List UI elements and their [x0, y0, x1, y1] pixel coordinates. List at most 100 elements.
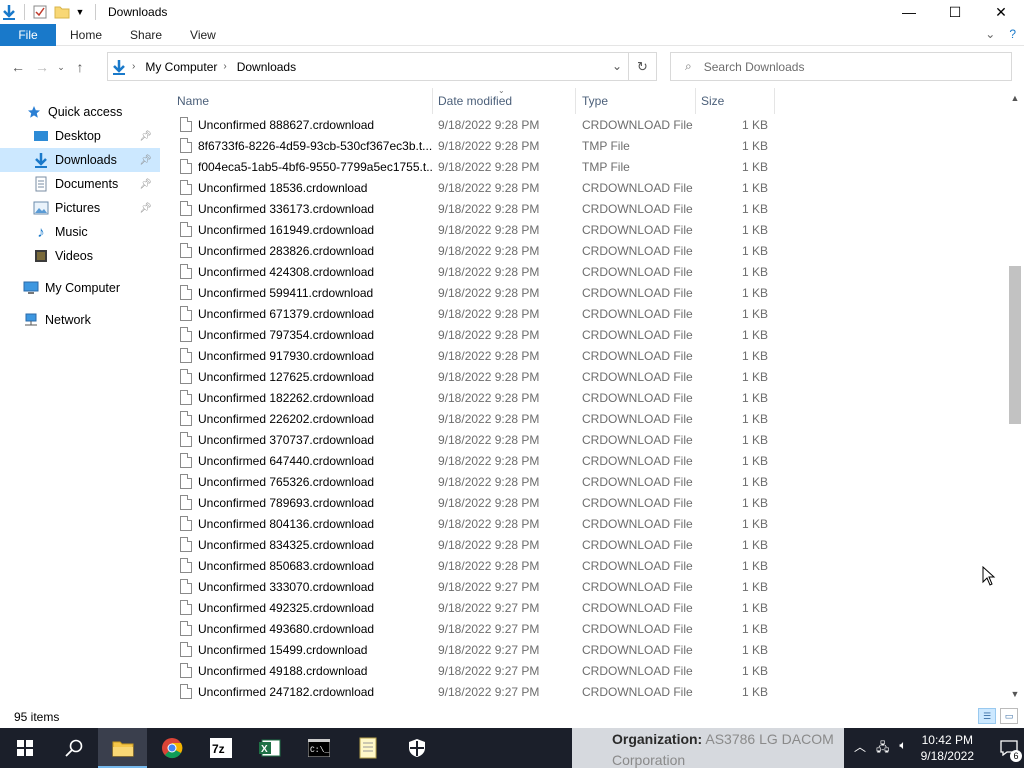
help-icon[interactable]: ?: [1009, 27, 1016, 41]
table-row[interactable]: Unconfirmed 283826.crdownload 9/18/2022 9…: [160, 240, 1006, 261]
scroll-thumb[interactable]: [1009, 266, 1021, 424]
pin-icon[interactable]: 📌︎: [139, 155, 152, 166]
forward-button[interactable]: →: [30, 52, 54, 82]
star-icon: [26, 104, 42, 120]
minimize-button[interactable]: —: [886, 0, 932, 24]
excel-icon[interactable]: X: [245, 728, 294, 768]
column-header-date-modified[interactable]: Date modified: [432, 88, 576, 114]
file-date-modified: 9/18/2022 9:28 PM: [438, 453, 540, 468]
network-tray-icon[interactable]: 🖧︎: [876, 738, 889, 759]
scroll-up-icon[interactable]: ▲: [1006, 90, 1024, 106]
start-icon[interactable]: [0, 728, 49, 768]
breadcrumb-downloads[interactable]: Downloads: [237, 60, 296, 74]
table-row[interactable]: Unconfirmed 834325.crdownload 9/18/2022 9…: [160, 534, 1006, 555]
file-explorer-window: ▼ Downloads — ☐ ✕ File Home Share View ⌄…: [0, 0, 1024, 728]
nav-quick-access[interactable]: Quick access: [0, 100, 160, 124]
file-date-modified: 9/18/2022 9:27 PM: [438, 600, 540, 615]
scroll-down-icon[interactable]: ▼: [1006, 686, 1024, 702]
pin-icon[interactable]: 📌︎: [139, 179, 152, 190]
file-type: CRDOWNLOAD File: [582, 621, 693, 636]
column-header-size[interactable]: Size: [695, 88, 775, 114]
pin-icon[interactable]: 📌︎: [139, 131, 152, 142]
table-row[interactable]: Unconfirmed 804136.crdownload 9/18/2022 9…: [160, 513, 1006, 534]
new-folder-icon[interactable]: [53, 0, 71, 24]
tab-share[interactable]: Share: [116, 28, 176, 42]
nav-videos[interactable]: Videos: [0, 244, 160, 268]
table-row[interactable]: Unconfirmed 49188.crdownload 9/18/2022 9:…: [160, 660, 1006, 681]
file-size: 1 KB: [741, 684, 768, 699]
refresh-button[interactable]: ↻: [628, 53, 656, 80]
tab-view[interactable]: View: [176, 28, 230, 42]
table-row[interactable]: Unconfirmed 647440.crdownload 9/18/2022 9…: [160, 450, 1006, 471]
notification-center-icon[interactable]: 6: [994, 740, 1024, 762]
table-row[interactable]: Unconfirmed 850683.crdownload 9/18/2022 9…: [160, 555, 1006, 576]
table-row[interactable]: Unconfirmed 226202.crdownload 9/18/2022 9…: [160, 408, 1006, 429]
search-box[interactable]: ⌕ Search Downloads: [670, 52, 1012, 81]
show-hidden-icons-chevron-icon[interactable]: ︿: [854, 738, 866, 759]
table-row[interactable]: Unconfirmed 493680.crdownload 9/18/2022 9…: [160, 618, 1006, 639]
address-bar[interactable]: › My Computer › Downloads ⌄ ↻: [107, 52, 657, 81]
expand-ribbon-chevron-icon[interactable]: ⌄: [985, 27, 995, 41]
recent-locations-chevron-icon[interactable]: ⌄: [54, 52, 68, 82]
file-name: Unconfirmed 765326.crdownload: [198, 474, 375, 489]
tab-file[interactable]: File: [0, 23, 56, 46]
search-icon[interactable]: [49, 728, 98, 768]
maximize-button[interactable]: ☐: [932, 0, 978, 24]
nav-desktop[interactable]: Desktop 📌︎: [0, 124, 160, 148]
table-row[interactable]: Unconfirmed 797354.crdownload 9/18/2022 9…: [160, 324, 1006, 345]
large-icons-view-icon[interactable]: ▭: [1000, 708, 1018, 724]
table-row[interactable]: Unconfirmed 336173.crdownload 9/18/2022 9…: [160, 198, 1006, 219]
file-date-modified: 9/18/2022 9:27 PM: [438, 579, 540, 594]
nav-music[interactable]: ♪ Music: [0, 220, 160, 244]
file-size: 1 KB: [741, 138, 768, 153]
table-row[interactable]: Unconfirmed 492325.crdownload 9/18/2022 9…: [160, 597, 1006, 618]
pin-icon[interactable]: 📌︎: [139, 203, 152, 214]
tab-home[interactable]: Home: [56, 28, 116, 42]
table-row[interactable]: Unconfirmed 917930.crdownload 9/18/2022 9…: [160, 345, 1006, 366]
table-row[interactable]: 8f6733f6-8226-4d59-93cb-530cf367ec3b.t..…: [160, 135, 1006, 156]
table-row[interactable]: Unconfirmed 888627.crdownload 9/18/2022 9…: [160, 114, 1006, 135]
close-button[interactable]: ✕: [978, 0, 1024, 24]
volume-icon[interactable]: 🔈︎: [899, 738, 906, 759]
chrome-icon[interactable]: [147, 728, 196, 768]
table-row[interactable]: Unconfirmed 671379.crdownload 9/18/2022 9…: [160, 303, 1006, 324]
details-view-icon[interactable]: ☰: [978, 708, 996, 724]
nav-documents[interactable]: Documents 📌︎: [0, 172, 160, 196]
table-row[interactable]: Unconfirmed 182262.crdownload 9/18/2022 9…: [160, 387, 1006, 408]
back-button[interactable]: ←: [6, 52, 30, 82]
column-header-name[interactable]: Name: [171, 88, 433, 114]
table-row[interactable]: Unconfirmed 247182.crdownload 9/18/2022 9…: [160, 681, 1006, 702]
organization-label: Organization:: [612, 731, 703, 747]
shield-icon[interactable]: [392, 728, 441, 768]
nav-network[interactable]: Network: [0, 308, 160, 332]
table-row[interactable]: Unconfirmed 424308.crdownload 9/18/2022 9…: [160, 261, 1006, 282]
notepad-icon[interactable]: [343, 728, 392, 768]
file-type: CRDOWNLOAD File: [582, 264, 693, 279]
up-button[interactable]: ↑: [68, 52, 92, 82]
file-name: Unconfirmed 15499.crdownload: [198, 642, 368, 657]
address-dropdown-icon[interactable]: ⌄: [612, 59, 622, 73]
breadcrumb-my-computer[interactable]: My Computer: [145, 60, 217, 74]
properties-icon[interactable]: [31, 0, 49, 24]
nav-my-computer[interactable]: My Computer: [0, 276, 160, 300]
7zip-icon[interactable]: 7z: [196, 728, 245, 768]
table-row[interactable]: Unconfirmed 15499.crdownload 9/18/2022 9:…: [160, 639, 1006, 660]
table-row[interactable]: Unconfirmed 599411.crdownload 9/18/2022 9…: [160, 282, 1006, 303]
table-row[interactable]: Unconfirmed 161949.crdownload 9/18/2022 9…: [160, 219, 1006, 240]
table-row[interactable]: Unconfirmed 127625.crdownload 9/18/2022 9…: [160, 366, 1006, 387]
table-row[interactable]: Unconfirmed 18536.crdownload 9/18/2022 9:…: [160, 177, 1006, 198]
table-row[interactable]: Unconfirmed 765326.crdownload 9/18/2022 9…: [160, 471, 1006, 492]
nav-pictures[interactable]: Pictures 📌︎: [0, 196, 160, 220]
file-explorer-icon[interactable]: [98, 728, 147, 768]
column-header-type[interactable]: Type: [576, 88, 696, 114]
nav-downloads[interactable]: Downloads 📌︎: [0, 148, 160, 172]
customize-toolbar-chevron-icon[interactable]: ▼: [71, 0, 89, 24]
table-row[interactable]: f004eca5-1ab5-4bf6-9550-7799a5ec1755.t..…: [160, 156, 1006, 177]
cmd-icon[interactable]: C:\_: [294, 728, 343, 768]
clock[interactable]: 10:42 PM 9/18/2022: [921, 732, 974, 764]
table-row[interactable]: Unconfirmed 370737.crdownload 9/18/2022 9…: [160, 429, 1006, 450]
table-row[interactable]: Unconfirmed 789693.crdownload 9/18/2022 9…: [160, 492, 1006, 513]
table-row[interactable]: Unconfirmed 333070.crdownload 9/18/2022 9…: [160, 576, 1006, 597]
file-name: Unconfirmed 492325.crdownload: [198, 600, 375, 615]
vertical-scrollbar[interactable]: ▲ ▼: [1006, 88, 1024, 702]
